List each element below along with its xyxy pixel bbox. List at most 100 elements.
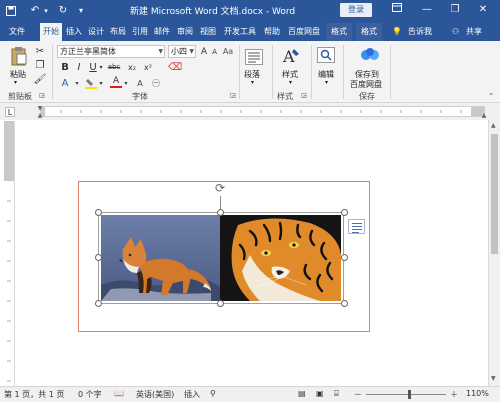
strikethrough-button[interactable]: abc bbox=[106, 61, 122, 73]
login-button[interactable]: 登录 bbox=[340, 3, 372, 17]
zoom-level[interactable]: 110% bbox=[466, 389, 489, 398]
find-icon[interactable] bbox=[316, 46, 336, 64]
tab-format-1[interactable]: 格式 bbox=[326, 23, 352, 41]
resize-handle-top-left[interactable] bbox=[95, 209, 102, 216]
undo-icon[interactable]: ↶ bbox=[28, 3, 42, 18]
clipboard-launcher-icon[interactable]: ◲ bbox=[38, 91, 46, 100]
zoom-slider[interactable] bbox=[366, 394, 446, 395]
character-shading-icon[interactable]: A bbox=[134, 77, 146, 89]
styles-dropdown-icon[interactable]: ▾ bbox=[289, 79, 292, 86]
tab-review[interactable]: 审阅 bbox=[175, 23, 195, 41]
tab-layout[interactable]: 布局 bbox=[108, 23, 128, 41]
font-name-combo[interactable]: 方正兰亭黑简体 ▼ bbox=[57, 45, 165, 58]
hanging-indent-marker[interactable]: ▲ bbox=[37, 112, 43, 119]
tab-selector-icon[interactable]: L bbox=[5, 107, 15, 117]
scroll-down-icon[interactable]: ▼ bbox=[491, 375, 496, 382]
redo-icon[interactable]: ↻ bbox=[56, 3, 70, 18]
font-shrink-icon[interactable]: A bbox=[210, 47, 219, 57]
collapse-ribbon-icon[interactable]: ⌃ bbox=[486, 91, 496, 100]
paste-label[interactable]: 粘贴 bbox=[10, 69, 26, 80]
text-effects-dropdown-icon[interactable]: ▾ bbox=[74, 77, 80, 89]
superscript-button[interactable]: x² bbox=[142, 61, 154, 73]
share-button[interactable]: 共享 bbox=[466, 23, 482, 41]
rotate-handle-icon[interactable]: ⟳ bbox=[213, 181, 227, 195]
accessibility-icon[interactable]: ⚲ bbox=[210, 389, 216, 398]
font-color-icon[interactable]: A bbox=[110, 76, 122, 89]
tab-file[interactable]: 文件 bbox=[4, 23, 30, 41]
tab-developer[interactable]: 开发工具 bbox=[222, 23, 258, 41]
resize-handle-right[interactable] bbox=[341, 254, 348, 261]
layout-options-icon[interactable] bbox=[348, 219, 365, 234]
undo-dropdown-icon[interactable]: ▾ bbox=[42, 3, 50, 18]
underline-dropdown-icon[interactable]: ▾ bbox=[98, 61, 104, 73]
right-indent-marker[interactable]: ▲ bbox=[481, 112, 487, 119]
scrollbar-thumb[interactable] bbox=[491, 134, 498, 254]
share-icon[interactable]: ⚇ bbox=[452, 23, 459, 41]
subscript-button[interactable]: x₂ bbox=[126, 61, 138, 73]
highlight-dropdown-icon[interactable]: ▾ bbox=[98, 77, 104, 89]
ribbon-display-icon[interactable] bbox=[386, 2, 408, 18]
paste-dropdown-icon[interactable]: ▾ bbox=[14, 79, 17, 86]
tab-references[interactable]: 引用 bbox=[130, 23, 150, 41]
read-mode-icon[interactable]: ▤ bbox=[298, 389, 306, 398]
tab-insert[interactable]: 插入 bbox=[64, 23, 84, 41]
customize-toolbar-icon[interactable]: ▾ bbox=[76, 3, 86, 18]
resize-handle-bottom[interactable] bbox=[217, 300, 224, 307]
zoom-slider-thumb[interactable] bbox=[408, 390, 411, 399]
text-effects-icon[interactable]: A bbox=[58, 77, 72, 89]
tab-mailings[interactable]: 邮件 bbox=[152, 23, 172, 41]
horizontal-ruler[interactable] bbox=[40, 106, 485, 117]
paste-icon[interactable] bbox=[8, 45, 30, 67]
resize-handle-bottom-right[interactable] bbox=[341, 300, 348, 307]
bold-button[interactable]: B bbox=[60, 61, 70, 73]
minimize-button[interactable]: — bbox=[416, 2, 438, 18]
tell-me-search[interactable]: 告诉我 bbox=[408, 23, 432, 41]
clear-formatting-icon[interactable]: ⌫ bbox=[168, 61, 182, 73]
change-case-icon[interactable]: Aa bbox=[222, 46, 234, 57]
tab-home[interactable]: 开始 bbox=[40, 23, 62, 41]
format-painter-icon[interactable]: 🖌 bbox=[34, 73, 47, 85]
word-count[interactable]: 0 个字 bbox=[78, 389, 102, 400]
enclose-characters-icon[interactable]: ㊀ bbox=[150, 77, 162, 89]
print-layout-icon[interactable]: ▣ bbox=[316, 389, 324, 398]
lightbulb-icon[interactable]: 💡 bbox=[392, 23, 402, 41]
vertical-scrollbar[interactable]: ▲ ▼ bbox=[488, 120, 500, 386]
copy-icon[interactable]: ❐ bbox=[34, 59, 46, 71]
highlight-icon[interactable] bbox=[84, 77, 98, 89]
tab-help[interactable]: 帮助 bbox=[262, 23, 282, 41]
styles-icon[interactable]: A bbox=[280, 45, 302, 67]
zoom-out-button[interactable]: － bbox=[354, 389, 362, 400]
font-color-dropdown-icon[interactable]: ▾ bbox=[123, 77, 129, 89]
italic-button[interactable]: I bbox=[74, 61, 84, 73]
cut-icon[interactable]: ✂ bbox=[34, 45, 46, 57]
tab-baidu-netdisk[interactable]: 百度网盘 bbox=[286, 23, 322, 41]
resize-handle-top-right[interactable] bbox=[341, 209, 348, 216]
tab-view[interactable]: 视图 bbox=[198, 23, 218, 41]
tab-format-2[interactable]: 格式 bbox=[356, 23, 382, 41]
zoom-in-button[interactable]: ＋ bbox=[450, 389, 458, 400]
insert-mode-indicator[interactable]: 插入 bbox=[184, 389, 200, 400]
close-button[interactable]: ✕ bbox=[472, 2, 494, 18]
tab-design[interactable]: 设计 bbox=[86, 23, 106, 41]
restore-button[interactable]: ❐ bbox=[444, 2, 466, 18]
edit-dropdown-icon[interactable]: ▾ bbox=[325, 79, 328, 86]
styles-launcher-icon[interactable]: ◲ bbox=[300, 91, 308, 100]
save-icon[interactable] bbox=[4, 3, 18, 18]
vertical-ruler[interactable] bbox=[4, 121, 15, 386]
paragraph-icon[interactable] bbox=[244, 47, 264, 67]
proofing-icon[interactable]: 📖 bbox=[114, 389, 124, 398]
resize-handle-top[interactable] bbox=[217, 209, 224, 216]
resize-handle-bottom-left[interactable] bbox=[95, 300, 102, 307]
underline-button[interactable]: U bbox=[88, 61, 98, 73]
page-count[interactable]: 第 1 页，共 1 页 bbox=[4, 389, 64, 400]
font-launcher-icon[interactable]: ◲ bbox=[229, 91, 237, 100]
web-layout-icon[interactable]: ⌸ bbox=[334, 389, 339, 399]
resize-handle-left[interactable] bbox=[95, 254, 102, 261]
first-line-indent-marker[interactable]: ▼ bbox=[37, 105, 43, 112]
font-grow-icon[interactable]: A bbox=[199, 46, 209, 57]
language-indicator[interactable]: 英语(美国) bbox=[136, 389, 174, 400]
scroll-up-icon[interactable]: ▲ bbox=[491, 122, 496, 129]
picture-selection-frame[interactable] bbox=[98, 212, 344, 304]
baidu-netdisk-icon[interactable] bbox=[358, 45, 382, 65]
paragraph-dropdown-icon[interactable]: ▾ bbox=[251, 79, 254, 86]
